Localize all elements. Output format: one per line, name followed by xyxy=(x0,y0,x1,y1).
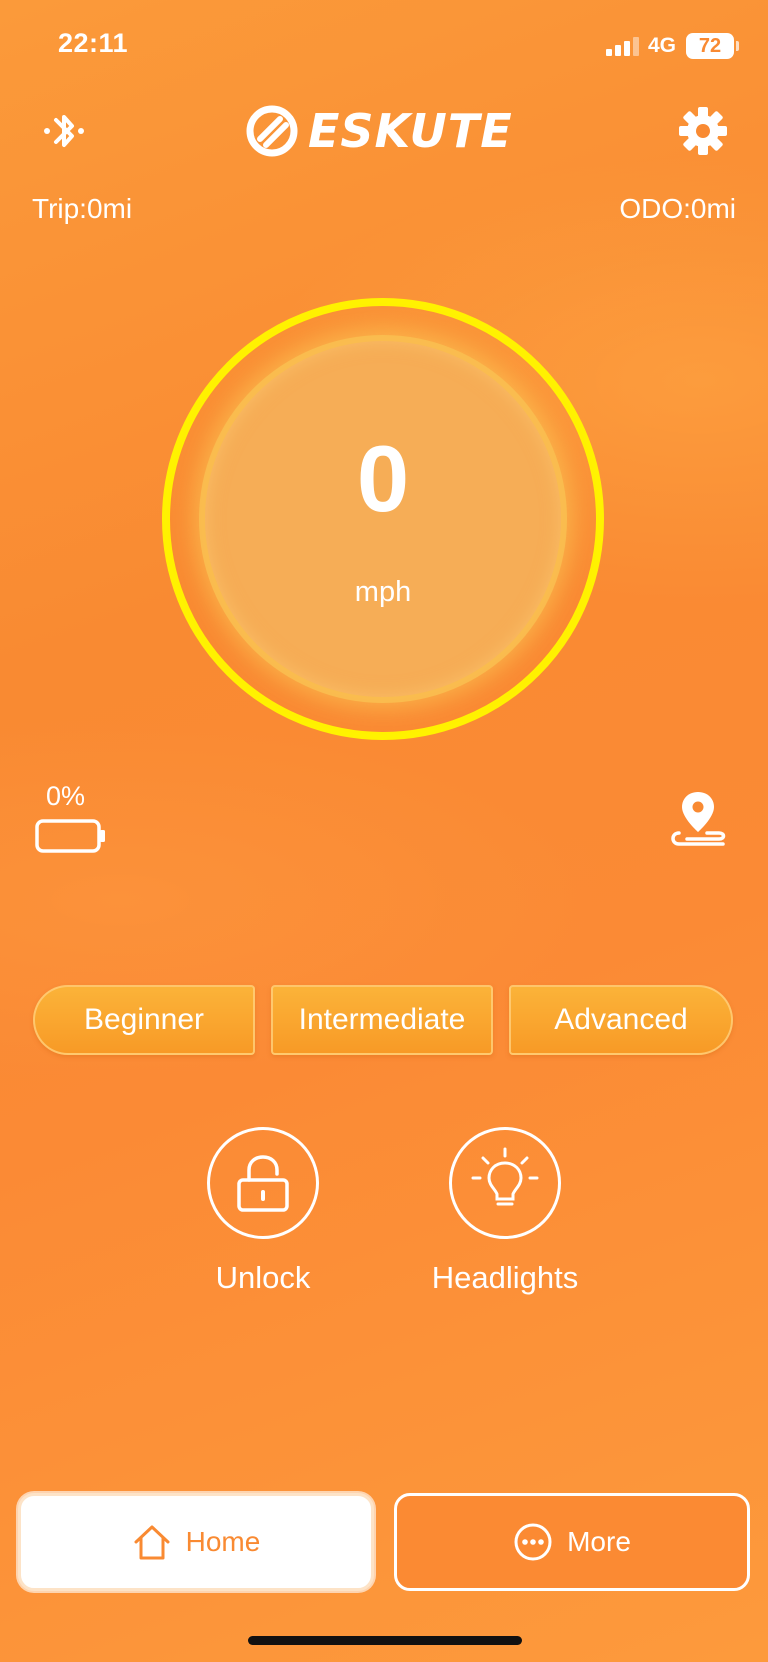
tab-more[interactable]: More xyxy=(394,1493,750,1591)
battery-icon xyxy=(35,818,107,854)
bluetooth-icon[interactable] xyxy=(38,105,90,157)
trip-distance: Trip:0mi xyxy=(32,193,133,224)
unlock-icon xyxy=(237,1155,289,1212)
headlights-button[interactable] xyxy=(449,1127,561,1239)
unlock-label: Unlock xyxy=(215,1260,311,1295)
brand-logo-icon xyxy=(246,105,298,157)
speed-unit: mph xyxy=(354,576,412,608)
speed-value: 0 xyxy=(356,426,410,531)
mode-advanced-button[interactable]: Advanced xyxy=(509,985,733,1055)
battery-percent: 0% xyxy=(46,781,86,811)
map-pin-icon[interactable] xyxy=(667,788,729,848)
home-icon xyxy=(134,1525,170,1560)
brand-name: ESKUTE xyxy=(308,104,513,158)
brand-logo: ESKUTE xyxy=(244,103,524,159)
odometer: ODO:0mi xyxy=(619,193,736,224)
mode-beginner-button[interactable]: Beginner xyxy=(33,985,255,1055)
tab-more-label: More xyxy=(567,1526,631,1557)
cellular-signal-icon xyxy=(606,36,640,56)
headlights-label: Headlights xyxy=(431,1260,579,1295)
tab-home[interactable]: Home xyxy=(18,1493,374,1591)
ride-mode-selector: Beginner Intermediate Advanced xyxy=(33,985,733,1055)
lightbulb-icon xyxy=(471,1147,539,1206)
status-time: 22:11 xyxy=(58,28,129,58)
mode-intermediate-button[interactable]: Intermediate xyxy=(271,985,493,1055)
gear-icon[interactable] xyxy=(678,106,728,156)
unlock-button[interactable] xyxy=(207,1127,319,1239)
more-icon xyxy=(514,1523,552,1561)
network-type: 4G xyxy=(648,34,677,57)
tab-home-label: Home xyxy=(185,1526,261,1557)
status-battery: 72 xyxy=(686,33,739,59)
home-indicator xyxy=(248,1636,522,1645)
